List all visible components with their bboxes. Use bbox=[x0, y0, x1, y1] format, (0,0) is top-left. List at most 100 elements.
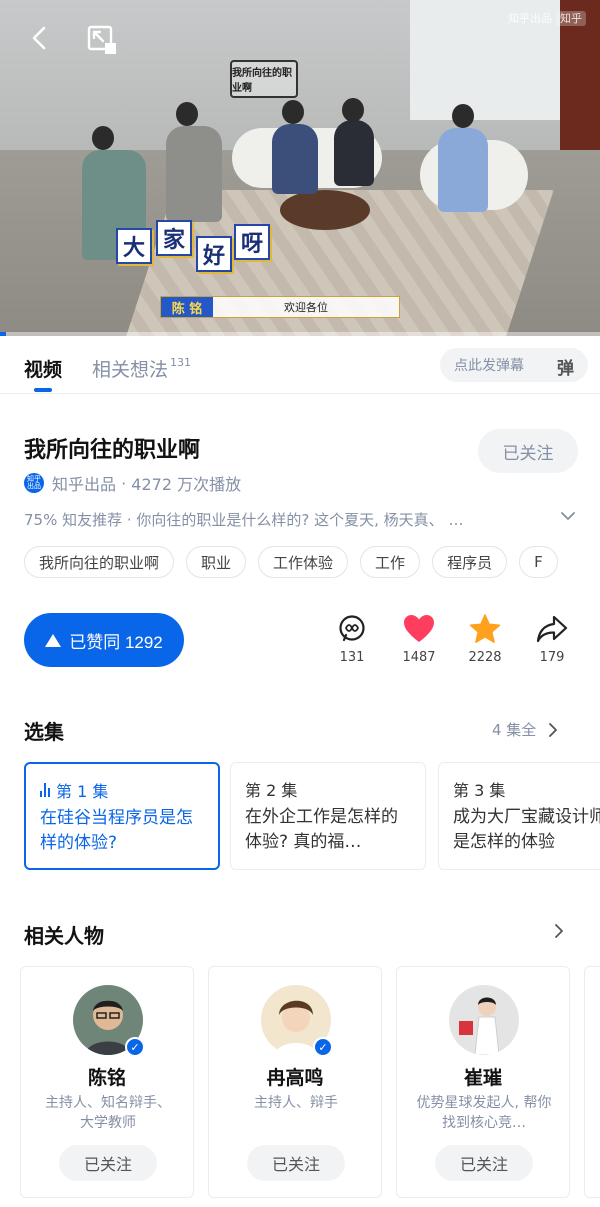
tab-active-indicator bbox=[34, 388, 52, 392]
watermark-badge: 知乎 bbox=[556, 11, 586, 26]
video-nameplate: 陈 铭 欢迎各位 bbox=[160, 296, 400, 318]
video-scene-person-head bbox=[342, 98, 364, 122]
greeting-char: 大 bbox=[116, 228, 152, 264]
video-scene-person bbox=[334, 120, 374, 186]
person-name: 冉高鸣 bbox=[266, 1067, 324, 1089]
video-watermark: 知乎出品 知乎 bbox=[508, 10, 586, 26]
video-scene-person bbox=[166, 126, 222, 222]
favorite-action[interactable]: 2228 bbox=[455, 614, 515, 665]
video-title: 我所向往的职业啊 bbox=[24, 438, 201, 463]
episode-title: 在外企工作是怎样的体验? 真的福… bbox=[245, 807, 398, 852]
episode-card-1[interactable]: 第 1 集 在硅谷当程序员是怎样的体验? bbox=[24, 762, 220, 870]
person-card[interactable]: ✓ 陈铭 主持人、知名辩手、大学教师 已关注 bbox=[20, 966, 194, 1198]
danmaku-placeholder: 点此发弹幕 bbox=[454, 358, 524, 374]
episode-number: 第 1 集 bbox=[40, 778, 204, 802]
video-player[interactable]: 我所向往的职业啊 大 家 好 呀 陈 铭 欢迎各位 知乎出品 知乎 bbox=[0, 0, 600, 336]
expand-chevron-icon[interactable] bbox=[558, 506, 578, 526]
video-scene-person bbox=[272, 124, 318, 194]
heart-icon bbox=[404, 615, 434, 642]
agree-button[interactable]: 已赞同 1292 bbox=[24, 613, 184, 667]
person-card[interactable]: ✓ 冉高鸣 主持人、辩手 已关注 bbox=[208, 966, 382, 1198]
upvote-triangle-icon bbox=[45, 633, 62, 647]
person-follow-button[interactable]: 已关注 bbox=[435, 1145, 533, 1181]
back-icon[interactable] bbox=[26, 24, 54, 52]
danmaku-toggle-button[interactable]: 弹 bbox=[557, 354, 574, 379]
person-follow-button[interactable]: 已关注 bbox=[247, 1145, 345, 1181]
tab-related-ideas-count: 131 bbox=[170, 356, 192, 369]
people-more-link[interactable] bbox=[552, 924, 566, 938]
episodes-more-link[interactable]: 4 集全 bbox=[492, 719, 560, 740]
share-count: 179 bbox=[539, 650, 565, 665]
people-list: ✓ 陈铭 主持人、知名辩手、大学教师 已关注 ✓ 冉高鸣 主持人、辩手 已关注 … bbox=[20, 966, 600, 1198]
episode-title: 成为大厂宝藏设计师是怎样的体验 bbox=[453, 807, 600, 852]
tag-chip[interactable]: 工作 bbox=[360, 546, 421, 578]
meta-separator: · bbox=[116, 473, 132, 493]
episode-list: 第 1 集 在硅谷当程序员是怎样的体验? 第 2 集 在外企工作是怎样的体验? … bbox=[24, 762, 600, 872]
picture-in-picture-icon[interactable] bbox=[86, 24, 118, 56]
episode-title: 在硅谷当程序员是怎样的体验? bbox=[40, 808, 193, 853]
person-name: 崔璀 bbox=[463, 1067, 502, 1089]
video-description: 75% 知友推荐 · 你向往的职业是什么样的? 这个夏天, 杨天真、 … bbox=[24, 511, 464, 529]
person-card[interactable]: 崔璀 优势星球发起人, 帮你找到核心竞… 已关注 bbox=[396, 966, 570, 1198]
episodes-section-title: 选集 bbox=[24, 720, 64, 744]
video-scene-person bbox=[438, 128, 488, 212]
like-count: 1487 bbox=[402, 650, 436, 665]
episode-number: 第 3 集 bbox=[453, 781, 506, 800]
chevron-right-icon bbox=[555, 924, 563, 938]
tag-chip[interactable]: 我所向往的职业啊 bbox=[24, 546, 175, 578]
tab-video[interactable]: 视频 bbox=[24, 355, 62, 382]
play-count: 4272 万次播放 bbox=[131, 475, 242, 494]
video-scene-person-head bbox=[92, 126, 114, 150]
person-description: 主持人、辩手 bbox=[254, 1095, 338, 1111]
video-scene-table bbox=[280, 190, 370, 230]
like-action[interactable]: 1487 bbox=[389, 614, 449, 665]
star-icon bbox=[469, 614, 501, 643]
tag-chip[interactable]: 职业 bbox=[186, 546, 247, 578]
source-name[interactable]: 知乎出品 bbox=[52, 471, 116, 495]
greeting-char: 好 bbox=[196, 236, 232, 272]
tag-list: 我所向往的职业啊 职业 工作体验 工作 程序员 F bbox=[24, 546, 600, 580]
share-icon bbox=[536, 615, 568, 643]
greeting-char: 呀 bbox=[234, 224, 270, 260]
share-action[interactable]: 179 bbox=[522, 614, 582, 665]
person-name: 陈铭 bbox=[87, 1067, 126, 1089]
show-logo: 我所向往的职业啊 bbox=[230, 60, 298, 98]
episodes-total: 4 集全 bbox=[492, 721, 537, 739]
avatar[interactable] bbox=[449, 985, 519, 1055]
video-scene-person-head bbox=[452, 104, 474, 128]
zhihu-logo-icon: 知乎出品 bbox=[24, 473, 44, 493]
content-tabs: 视频 相关想法 131 点此发弹幕 弹 bbox=[0, 336, 600, 394]
nameplate-caption: 欢迎各位 bbox=[284, 301, 328, 314]
tag-chip[interactable]: 工作体验 bbox=[258, 546, 349, 578]
tag-chip[interactable]: 程序员 bbox=[432, 546, 508, 578]
tab-related-ideas[interactable]: 相关想法 131 bbox=[92, 355, 191, 382]
video-meta: 知乎出品 知乎出品 · 4272 万次播放 bbox=[24, 471, 241, 495]
video-scene-person-head bbox=[282, 100, 304, 124]
verified-badge-icon: ✓ bbox=[125, 1037, 145, 1057]
agree-label: 已赞同 1292 bbox=[69, 632, 163, 652]
person-card-partial[interactable] bbox=[584, 966, 600, 1198]
person-follow-button[interactable]: 已关注 bbox=[59, 1145, 157, 1181]
follow-button[interactable]: 已关注 bbox=[478, 429, 578, 473]
playing-bars-icon bbox=[40, 783, 50, 797]
favorite-count: 2228 bbox=[468, 650, 502, 665]
video-scene-person-head bbox=[176, 102, 198, 126]
people-section-title: 相关人物 bbox=[24, 924, 104, 948]
person-description: 优势星球发起人, 帮你找到核心竞… bbox=[416, 1095, 552, 1131]
episode-card-2[interactable]: 第 2 集 在外企工作是怎样的体验? 真的福… bbox=[230, 762, 426, 870]
comment-icon bbox=[339, 615, 365, 642]
chevron-right-icon bbox=[549, 722, 558, 737]
comment-action[interactable]: 131 bbox=[322, 614, 382, 665]
danmaku-input[interactable]: 点此发弹幕 弹 bbox=[440, 348, 588, 382]
watermark-text: 知乎出品 bbox=[508, 12, 552, 25]
episode-card-3[interactable]: 第 3 集 成为大厂宝藏设计师是怎样的体验 bbox=[438, 762, 600, 870]
verified-badge-icon: ✓ bbox=[313, 1037, 333, 1057]
comment-count: 131 bbox=[339, 650, 365, 665]
person-description: 主持人、知名辩手、大学教师 bbox=[45, 1095, 171, 1131]
greeting-char: 家 bbox=[156, 220, 192, 256]
episode-number-label: 第 1 集 bbox=[56, 782, 109, 801]
tab-related-ideas-label: 相关想法 bbox=[92, 359, 169, 381]
tag-chip[interactable]: F bbox=[519, 546, 558, 578]
episode-number: 第 2 集 bbox=[245, 781, 298, 800]
nameplate-name: 陈 铭 bbox=[161, 297, 213, 317]
